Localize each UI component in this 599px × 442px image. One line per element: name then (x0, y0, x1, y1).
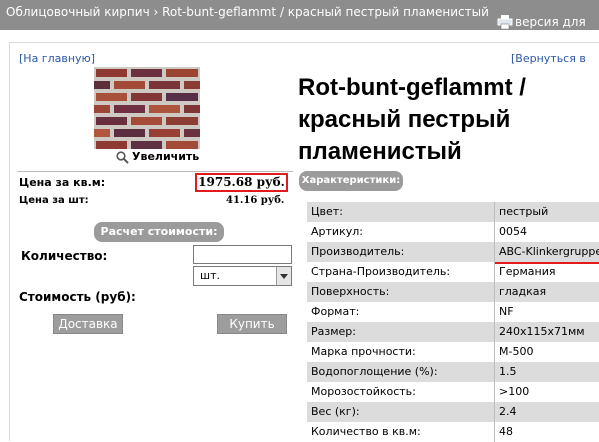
print-version-label: версия для (515, 15, 586, 29)
page-title: Rot-bunt-geflammt / красный пестрый плам… (298, 74, 526, 165)
table-row: Количество в кв.м: 48 (307, 422, 599, 442)
calculator-heading: Расчет стоимости: (94, 222, 224, 242)
row-value: 240x115x71мм (499, 325, 585, 338)
top-bar: Облицовочный кирпич › Rot-bunt-geflammt … (0, 0, 599, 30)
row-name: Водопоглощение (%): (311, 365, 438, 378)
quantity-input[interactable] (193, 245, 292, 264)
row-name: Страна-Производитель: (311, 265, 451, 278)
price-per-m2-value: 1975.68 руб. (195, 173, 288, 192)
row-value: Германия (499, 265, 556, 278)
table-row: Формат: NF (307, 302, 599, 322)
table-row: Морозостойкость: >100 (307, 382, 599, 402)
table-row: Артикул: 0054 (307, 222, 599, 242)
price-divider (17, 171, 293, 172)
row-value: >100 (499, 385, 530, 398)
cost-label: Стоимость (руб): (19, 290, 136, 304)
printer-icon (497, 15, 513, 29)
row-name: Артикул: (311, 225, 363, 238)
magnifier-icon (116, 151, 129, 164)
unit-select-value: шт. (200, 269, 220, 282)
row-name: Вес (кг): (311, 405, 360, 418)
row-value: NF (499, 305, 514, 318)
row-name: Поверхность: (311, 285, 390, 298)
chevron-down-icon (276, 267, 291, 285)
table-row: Страна-Производитель: Германия (307, 262, 599, 282)
row-value: 48 (499, 425, 513, 438)
price-per-piece-label: Цена за шт: (19, 195, 89, 206)
row-name: Количество в кв.м: (311, 425, 421, 438)
table-row: Производитель: ABC-Klinkergruppe (307, 242, 599, 262)
table-row: Размер: 240x115x71мм (307, 322, 599, 342)
price-per-m2-label: Цена за кв.м: (19, 176, 106, 189)
buy-button[interactable]: Купить (217, 314, 287, 334)
zoom-label: Увеличить (132, 150, 200, 163)
breadcrumb: Облицовочный кирпич › Rot-bunt-geflammt … (6, 5, 489, 19)
quantity-label: Количество: (21, 249, 108, 263)
back-link[interactable]: [Вернуться в (511, 52, 586, 65)
row-value: 0054 (499, 225, 527, 238)
manufacturer-highlight (495, 262, 599, 264)
row-value: гладкая (499, 285, 547, 298)
row-value: ABC-Klinkergruppe (499, 245, 599, 258)
row-name: Производитель: (311, 245, 405, 258)
row-name: Морозостойкость: (311, 385, 416, 398)
row-value: пестрый (499, 205, 549, 218)
brick-texture-image (94, 67, 200, 149)
table-row: Поверхность: гладкая (307, 282, 599, 302)
price-per-piece-value: 41.16 руб. (226, 195, 285, 206)
table-row: Водопоглощение (%): 1.5 (307, 362, 599, 382)
table-row: Вес (кг): 2.4 (307, 402, 599, 422)
characteristics-heading: Характеристики: (299, 171, 403, 191)
row-value: 1.5 (499, 365, 517, 378)
table-row: Цвет: пестрый (307, 202, 599, 222)
product-photo[interactable] (94, 67, 200, 149)
row-value: М-500 (499, 345, 534, 358)
row-name: Марка прочности: (311, 345, 416, 358)
row-value: 2.4 (499, 405, 517, 418)
row-name: Цвет: (311, 205, 343, 218)
row-name: Формат: (311, 305, 360, 318)
home-link[interactable]: [На главную] (19, 52, 95, 65)
unit-select[interactable]: шт. (193, 266, 292, 286)
column-divider (494, 202, 495, 442)
row-name: Размер: (311, 325, 356, 338)
table-row: Марка прочности: М-500 (307, 342, 599, 362)
delivery-button[interactable]: Доставка (53, 314, 123, 334)
